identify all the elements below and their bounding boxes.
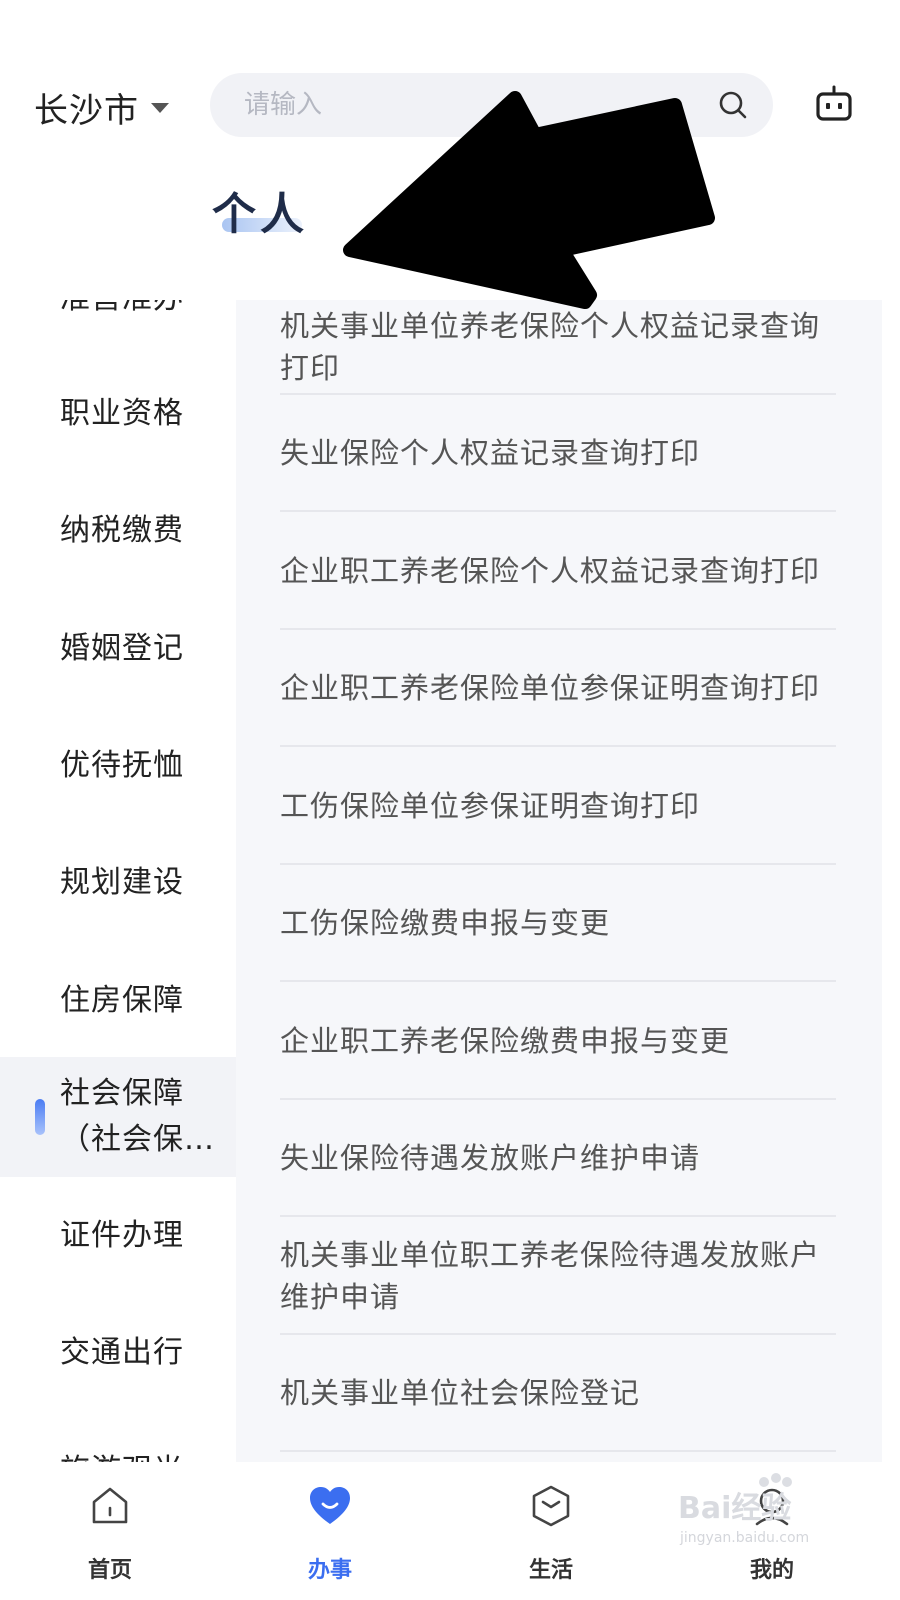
active-indicator bbox=[35, 1099, 45, 1135]
sidebar-item-professional-qualification[interactable]: 职业资格 bbox=[0, 355, 236, 472]
watermark-url: jingyan.baidu.com bbox=[679, 1530, 809, 1546]
nav-label: 首页 bbox=[87, 1558, 132, 1583]
service-item-label: 企业职工养老保险缴费申报与变更 bbox=[280, 1023, 731, 1058]
cube-icon bbox=[527, 1482, 575, 1530]
sidebar-item-label: 纳税缴费 bbox=[60, 512, 184, 548]
nav-services[interactable]: 办事 bbox=[270, 1476, 390, 1586]
list-item[interactable]: 企业职工养老保险单位参保证明查询打印 bbox=[280, 630, 836, 747]
sidebar-item-label: 住房保障 bbox=[60, 982, 184, 1018]
list-item[interactable]: 失业保险待遇发放账户维护申请 bbox=[280, 1100, 836, 1217]
sidebar-item-label: 旅游观光 bbox=[60, 1448, 184, 1463]
service-item-label: 失业保险个人权益记录查询打印 bbox=[280, 435, 701, 470]
sidebar-item-social-security[interactable]: 社会保障 （社会保… bbox=[0, 1057, 236, 1177]
city-selector[interactable]: 长沙市 bbox=[34, 85, 169, 131]
sidebar-item-preferential-treatment[interactable]: 优待抚恤 bbox=[0, 707, 236, 824]
list-item[interactable]: 机关事业单位职工养老保险待遇发放账户维护申请 bbox=[280, 1218, 836, 1335]
nav-life[interactable]: 生活 bbox=[491, 1476, 611, 1586]
service-item-label: 企业职工养老保险个人权益记录查询打印 bbox=[280, 553, 821, 588]
service-item-label: 工伤保险单位参保证明查询打印 bbox=[280, 788, 701, 823]
nav-label: 生活 bbox=[528, 1558, 573, 1583]
sidebar-item-label: 婚姻登记 bbox=[60, 630, 184, 666]
service-item-label: 企业职工养老保险单位参保证明查询打印 bbox=[280, 670, 821, 705]
service-item-label: 工伤保险缴费申报与变更 bbox=[280, 905, 611, 940]
sidebar-item-transportation[interactable]: 交通出行 bbox=[0, 1294, 236, 1411]
sidebar-item-planning-construction[interactable]: 规划建设 bbox=[0, 824, 236, 941]
heart-icon bbox=[306, 1482, 354, 1530]
list-item[interactable]: 工伤保险缴费申报与变更 bbox=[280, 865, 836, 982]
sidebar-item-label: 规划建设 bbox=[60, 864, 184, 900]
sidebar-item-marriage-registration[interactable]: 婚姻登记 bbox=[0, 590, 236, 707]
service-item-label: 失业保险待遇发放账户维护申请 bbox=[280, 1140, 701, 1175]
caret-down-icon bbox=[151, 103, 169, 113]
service-list: 机关事业单位养老保险个人权益记录查询打印 失业保险个人权益记录查询打印 企业职工… bbox=[236, 300, 882, 1462]
sidebar-item-tourism[interactable]: 旅游观光 bbox=[0, 1412, 236, 1463]
sidebar-item-housing-security[interactable]: 住房保障 bbox=[0, 942, 236, 1059]
sidebar-item-label: 社会保障 （社会保… bbox=[60, 1076, 215, 1157]
search-icon[interactable] bbox=[715, 87, 751, 123]
list-item[interactable]: 失业保险个人权益记录查询打印 bbox=[280, 395, 836, 512]
sidebar-item-business-permits[interactable]: 准营准办 bbox=[0, 300, 236, 357]
nav-home[interactable]: 首页 bbox=[50, 1476, 170, 1586]
service-item-label: 机关事业单位职工养老保险待遇发放账户维护申请 bbox=[280, 1237, 821, 1314]
category-sidebar: 准营准办 职业资格 纳税缴费 婚姻登记 优待抚恤 规划建设 住房保障 社会保障 … bbox=[0, 300, 236, 1462]
robot-assistant-icon[interactable] bbox=[810, 80, 858, 128]
list-item[interactable]: 企业职工养老保险缴费申报与变更 bbox=[280, 983, 836, 1100]
service-item-label: 机关事业单位社会保险登记 bbox=[280, 1375, 641, 1410]
sidebar-item-label: 证件办理 bbox=[60, 1217, 184, 1253]
watermark-brand: Bai经验 bbox=[678, 1491, 791, 1526]
sidebar-item-tax-payment[interactable]: 纳税缴费 bbox=[0, 472, 236, 589]
sidebar-item-label: 准营准办 bbox=[60, 300, 184, 314]
city-label: 长沙市 bbox=[34, 90, 139, 131]
baidu-jingyan-watermark: Bai经验 jingyan.baidu.com bbox=[678, 1473, 809, 1546]
sidebar-item-certificate-processing[interactable]: 证件办理 bbox=[0, 1177, 236, 1294]
list-item[interactable]: 工伤保险单位参保证明查询打印 bbox=[280, 748, 836, 865]
section-title: 个人 bbox=[212, 189, 308, 240]
list-item[interactable]: 机关事业单位社会保险登记 bbox=[280, 1335, 836, 1452]
sidebar-item-label: 优待抚恤 bbox=[60, 747, 184, 783]
nav-label: 办事 bbox=[307, 1558, 352, 1583]
sidebar-item-label: 职业资格 bbox=[60, 395, 184, 431]
annotation-arrow bbox=[343, 91, 715, 309]
home-icon bbox=[86, 1482, 134, 1530]
list-item[interactable]: 企业职工养老保险个人权益记录查询打印 bbox=[280, 513, 836, 630]
sidebar-item-label: 交通出行 bbox=[60, 1334, 184, 1370]
